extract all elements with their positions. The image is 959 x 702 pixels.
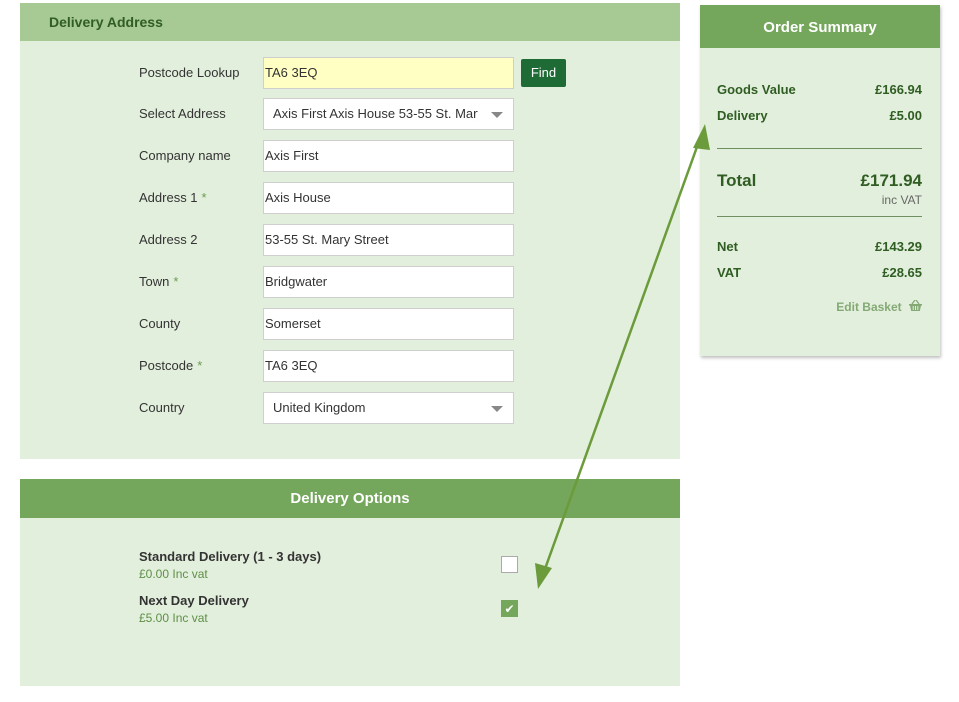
country-select[interactable]: United Kingdom: [263, 392, 514, 424]
order-summary-panel: Order Summary Goods Value £166.94 Delive…: [700, 5, 940, 356]
select-address-value: Axis First Axis House 53-55 St. Mary Str…: [273, 106, 478, 121]
option-name: Standard Delivery (1 - 3 days): [139, 549, 322, 564]
delivery-line: Delivery £5.00: [717, 108, 922, 123]
goods-value-amount: £166.94: [875, 82, 922, 97]
option-price: £5.00 Inc vat: [139, 611, 208, 625]
postcode-lookup-input[interactable]: TA6 3EQ: [263, 57, 514, 89]
delivery-address-panel: Delivery Address Postcode Lookup TA6 3EQ…: [20, 3, 680, 459]
chevron-down-icon: [491, 112, 503, 118]
postcode-lookup-label: Postcode Lookup: [139, 65, 240, 80]
total-amount: £171.94: [860, 171, 922, 190]
order-summary-title: Order Summary: [700, 5, 940, 48]
county-label: County: [139, 316, 181, 331]
county-input[interactable]: Somerset: [263, 308, 514, 340]
required-marker: *: [201, 190, 207, 205]
vat-label: VAT: [717, 265, 742, 280]
divider: [717, 148, 922, 149]
net-label: Net: [717, 239, 738, 254]
net-line: Net £143.29: [717, 239, 922, 254]
country-row: Country United Kingdom: [20, 392, 680, 424]
select-address-label: Select Address: [139, 106, 226, 121]
edit-basket-label: Edit Basket: [836, 300, 902, 314]
country-value: United Kingdom: [273, 400, 366, 415]
address1-label: Address 1 *: [139, 190, 207, 205]
company-name-input[interactable]: Axis First: [263, 140, 514, 172]
total-label: Total: [717, 171, 757, 190]
basket-icon: [909, 299, 922, 311]
goods-value-line: Goods Value £166.94: [717, 82, 922, 97]
company-name-label: Company name: [139, 148, 231, 163]
find-button[interactable]: Find: [521, 59, 566, 87]
company-name-row: Company name Axis First: [20, 140, 680, 172]
delivery-options-panel: Delivery Options Standard Delivery (1 - …: [20, 479, 680, 686]
delivery-option-standard: Standard Delivery (1 - 3 days) £0.00 Inc…: [139, 549, 321, 581]
vat-amount: £28.65: [882, 265, 922, 280]
county-row: County Somerset: [20, 308, 680, 340]
required-marker: *: [197, 358, 203, 373]
delivery-amount: £5.00: [889, 108, 922, 123]
inc-vat-note: inc VAT: [881, 193, 922, 207]
select-address-dropdown[interactable]: Axis First Axis House 53-55 St. Mary Str…: [263, 98, 514, 130]
delivery-label: Delivery: [717, 108, 768, 123]
standard-delivery-checkbox[interactable]: [501, 556, 518, 573]
option-price: £0.00 Inc vat: [139, 567, 208, 581]
option-name: Next Day Delivery: [139, 593, 249, 608]
net-amount: £143.29: [875, 239, 922, 254]
address2-input[interactable]: 53-55 St. Mary Street: [263, 224, 514, 256]
total-line: Total £171.94: [717, 171, 922, 191]
address2-label: Address 2: [139, 232, 198, 247]
postcode-label: Postcode *: [139, 358, 203, 373]
address1-input[interactable]: Axis House: [263, 182, 514, 214]
required-marker: *: [173, 274, 179, 289]
divider: [717, 216, 922, 217]
select-address-row: Select Address Axis First Axis House 53-…: [20, 98, 680, 130]
vat-line: VAT £28.65: [717, 265, 922, 280]
delivery-options-title: Delivery Options: [20, 479, 680, 518]
postcode-input[interactable]: TA6 3EQ: [263, 350, 514, 382]
town-input[interactable]: Bridgwater: [263, 266, 514, 298]
delivery-option-next-day: Next Day Delivery £5.00 Inc vat: [139, 593, 249, 625]
chevron-down-icon: [491, 406, 503, 412]
postcode-lookup-row: Postcode Lookup TA6 3EQ Find: [20, 57, 680, 89]
delivery-address-title: Delivery Address: [20, 3, 680, 41]
postcode-row: Postcode * TA6 3EQ: [20, 350, 680, 382]
checkmark-icon: ✔: [504, 602, 515, 616]
address2-row: Address 2 53-55 St. Mary Street: [20, 224, 680, 256]
country-label: Country: [139, 400, 185, 415]
town-label: Town *: [139, 274, 179, 289]
address1-row: Address 1 * Axis House: [20, 182, 680, 214]
next-day-delivery-checkbox[interactable]: ✔: [501, 600, 518, 617]
town-row: Town * Bridgwater: [20, 266, 680, 298]
goods-value-label: Goods Value: [717, 82, 796, 97]
edit-basket-link[interactable]: Edit Basket: [836, 299, 922, 314]
